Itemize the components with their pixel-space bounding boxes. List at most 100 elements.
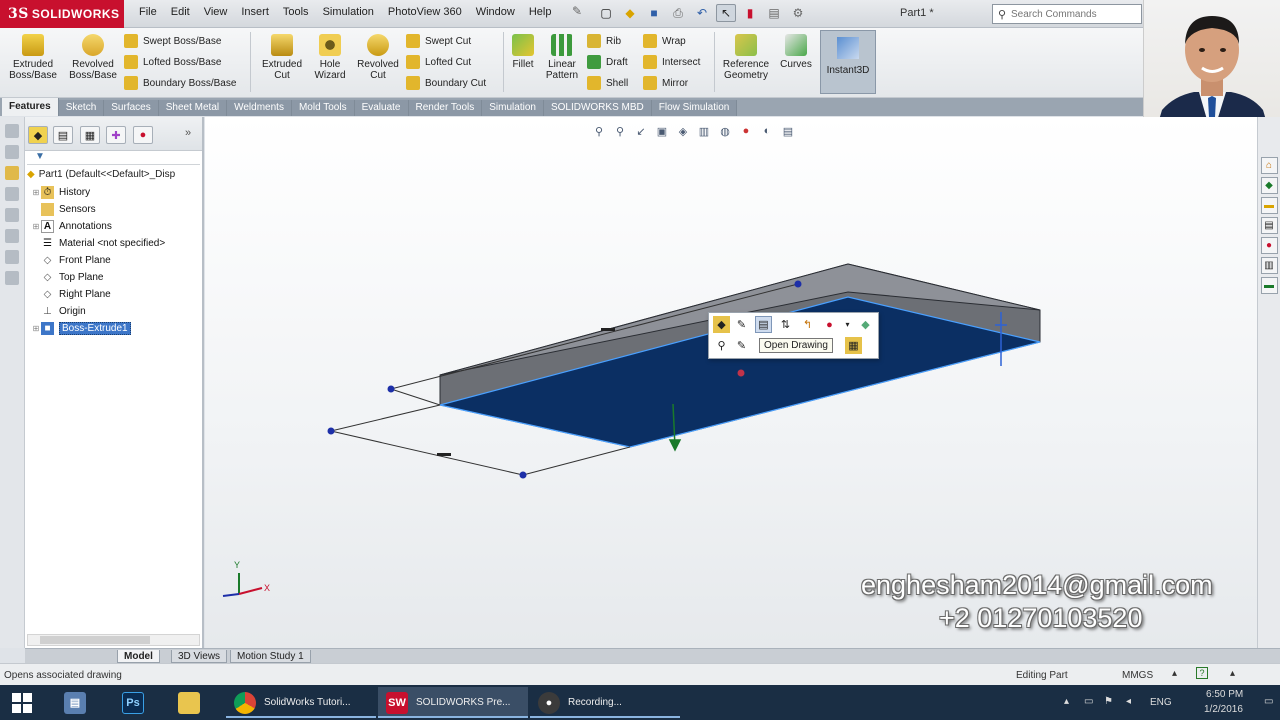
taskbar-photoshop[interactable]: Ps: [122, 687, 152, 718]
taskbar-recording[interactable]: ● Recording...: [530, 687, 680, 718]
tab-features[interactable]: Features: [2, 98, 59, 116]
tab-3d-views[interactable]: 3D Views: [171, 650, 228, 663]
intersect-button[interactable]: Intersect: [643, 53, 700, 71]
tree-horizontal-scrollbar[interactable]: [27, 634, 200, 646]
tab-motion-study[interactable]: Motion Study 1: [230, 650, 311, 663]
tray-expand-icon[interactable]: ▴: [1064, 696, 1069, 707]
solidworks-logo[interactable]: 3S SOLIDWORKS: [0, 0, 124, 28]
swept-boss-button[interactable]: Swept Boss/Base: [124, 32, 221, 50]
dimxpert-tab-icon[interactable]: ✚: [106, 126, 126, 144]
undo-icon[interactable]: ↶: [692, 4, 712, 22]
appearance-dropdown-icon[interactable]: ▾: [839, 316, 856, 333]
pin-menu-icon[interactable]: ✎: [572, 4, 588, 20]
menu-tools[interactable]: Tools: [276, 6, 316, 18]
sketch-point[interactable]: [387, 385, 395, 393]
menu-photoview[interactable]: PhotoView 360: [381, 6, 469, 18]
open-icon[interactable]: ◆: [620, 4, 640, 22]
mirror-button[interactable]: Mirror: [643, 74, 688, 92]
new-document-icon[interactable]: ▢: [596, 4, 616, 22]
reference-geometry-button[interactable]: Reference Geometry: [718, 32, 774, 90]
tree-item-top-plane[interactable]: ◇ Top Plane: [25, 269, 202, 286]
sketch-point[interactable]: [794, 280, 802, 288]
draft-button[interactable]: Draft: [587, 53, 628, 71]
folder-icon[interactable]: [5, 166, 19, 180]
curves-button[interactable]: Curves: [776, 32, 816, 90]
language-indicator[interactable]: ENG: [1150, 697, 1172, 708]
tree-item-sensors[interactable]: Sensors: [25, 201, 202, 218]
view-palette-icon[interactable]: [5, 250, 19, 264]
sketch-point[interactable]: [327, 427, 335, 435]
tree-item-history[interactable]: ⊞ ⏱ History: [25, 184, 202, 201]
rebuild-icon[interactable]: ▮: [740, 4, 760, 22]
model-viewport[interactable]: Y X: [205, 117, 1257, 648]
boundary-cut-button[interactable]: Boundary Cut: [406, 74, 486, 92]
extruded-cut-button[interactable]: Extruded Cut: [255, 32, 309, 90]
options-icon[interactable]: ⚙: [788, 4, 808, 22]
configuration-manager-tab-icon[interactable]: ▦: [80, 126, 100, 144]
design-library-icon[interactable]: ◆: [1260, 177, 1278, 194]
expand-icon[interactable]: ⊞: [31, 188, 41, 197]
sketch-icon[interactable]: ✎: [733, 337, 750, 354]
tab-weldments[interactable]: Weldments: [227, 100, 292, 116]
start-button[interactable]: [12, 687, 32, 718]
tab-sheet-metal[interactable]: Sheet Metal: [158, 100, 228, 116]
graphics-area[interactable]: ⚲ ⚲ ↙ ▣ ◈ ▥ ◍ ● ◐ ▤ Y X enghesham2014@gm…: [205, 117, 1257, 648]
expand-panel-icon[interactable]: »: [185, 127, 191, 139]
menu-insert[interactable]: Insert: [234, 6, 276, 18]
tree-item-material[interactable]: ☰ Material <not specified>: [25, 235, 202, 252]
search-icon[interactable]: ⚲: [993, 8, 1011, 21]
save-icon[interactable]: ■: [644, 4, 664, 22]
tab-solidworks-mbd[interactable]: SOLIDWORKS MBD: [543, 100, 652, 116]
tab-simulation[interactable]: Simulation: [482, 100, 544, 116]
tab-mold-tools[interactable]: Mold Tools: [291, 100, 355, 116]
zoom-selection-icon[interactable]: ◆: [857, 316, 874, 333]
menu-view[interactable]: View: [197, 6, 235, 18]
appearance-icon[interactable]: [5, 208, 19, 222]
custom-properties-icon[interactable]: ▥: [1260, 257, 1278, 274]
status-options-icon[interactable]: ▴: [1230, 668, 1235, 679]
extruded-boss-button[interactable]: Extruded Boss/Base: [6, 32, 60, 90]
solidworks-resources-icon[interactable]: ⌂: [1260, 157, 1278, 174]
fillet-button[interactable]: Fillet: [508, 32, 538, 90]
rib-button[interactable]: Rib: [587, 32, 621, 50]
appearance-icon[interactable]: ●: [821, 316, 838, 333]
linear-pattern-button[interactable]: Linear Pattern: [540, 32, 584, 90]
tree-filter[interactable]: ▼: [27, 151, 200, 165]
revolved-boss-button[interactable]: Revolved Boss/Base: [66, 32, 120, 90]
boundary-boss-button[interactable]: Boundary Boss/Base: [124, 74, 236, 92]
flag-icon[interactable]: ⚑: [1104, 696, 1113, 707]
tab-surfaces[interactable]: Surfaces: [104, 100, 159, 116]
tree-item-origin[interactable]: ⊥ Origin: [25, 303, 202, 320]
edit-feature-icon[interactable]: ◆: [713, 316, 730, 333]
lofted-boss-button[interactable]: Lofted Boss/Base: [124, 53, 221, 71]
expand-icon[interactable]: ⊞: [31, 324, 41, 333]
tree-root[interactable]: ◆ Part1 (Default<<Default>_Disp: [27, 169, 199, 180]
custom-props-icon[interactable]: [5, 271, 19, 285]
swept-cut-button[interactable]: Swept Cut: [406, 32, 471, 50]
recent-icon[interactable]: [5, 145, 19, 159]
tab-render-tools[interactable]: Render Tools: [408, 100, 483, 116]
tab-flow-simulation[interactable]: Flow Simulation: [651, 100, 738, 116]
file-explorer-icon[interactable]: ▬: [1260, 197, 1278, 214]
clock-date[interactable]: 1/2/2016: [1204, 704, 1243, 715]
menu-help[interactable]: Help: [522, 6, 559, 18]
status-units[interactable]: MMGS: [1122, 670, 1153, 681]
instant3d-button[interactable]: Instant3D: [820, 30, 876, 94]
rebuild-status-icon[interactable]: ?: [1196, 667, 1208, 679]
feature-tree-tab-icon[interactable]: ◆: [28, 126, 48, 144]
taskbar-file-explorer[interactable]: [178, 687, 208, 718]
expand-icon[interactable]: ⊞: [31, 222, 41, 231]
notifications-icon[interactable]: ▭: [1264, 696, 1273, 707]
normal-to-icon[interactable]: ⚲: [713, 337, 730, 354]
print-icon[interactable]: ⎙: [668, 4, 688, 22]
menu-file[interactable]: File: [132, 6, 164, 18]
view-palette-icon[interactable]: ▤: [1260, 217, 1278, 234]
library-icon[interactable]: [5, 187, 19, 201]
tree-item-annotations[interactable]: ⊞ A Annotations: [25, 218, 202, 235]
appearances-icon[interactable]: ●: [1260, 237, 1278, 254]
tab-model[interactable]: Model: [117, 650, 160, 663]
property-manager-tab-icon[interactable]: ▤: [53, 126, 73, 144]
edit-sketch-icon[interactable]: ✎: [733, 316, 750, 333]
tree-item-boss-extrude1[interactable]: ⊞ ■ Boss-Extrude1: [25, 320, 202, 337]
wrap-button[interactable]: Wrap: [643, 32, 686, 50]
